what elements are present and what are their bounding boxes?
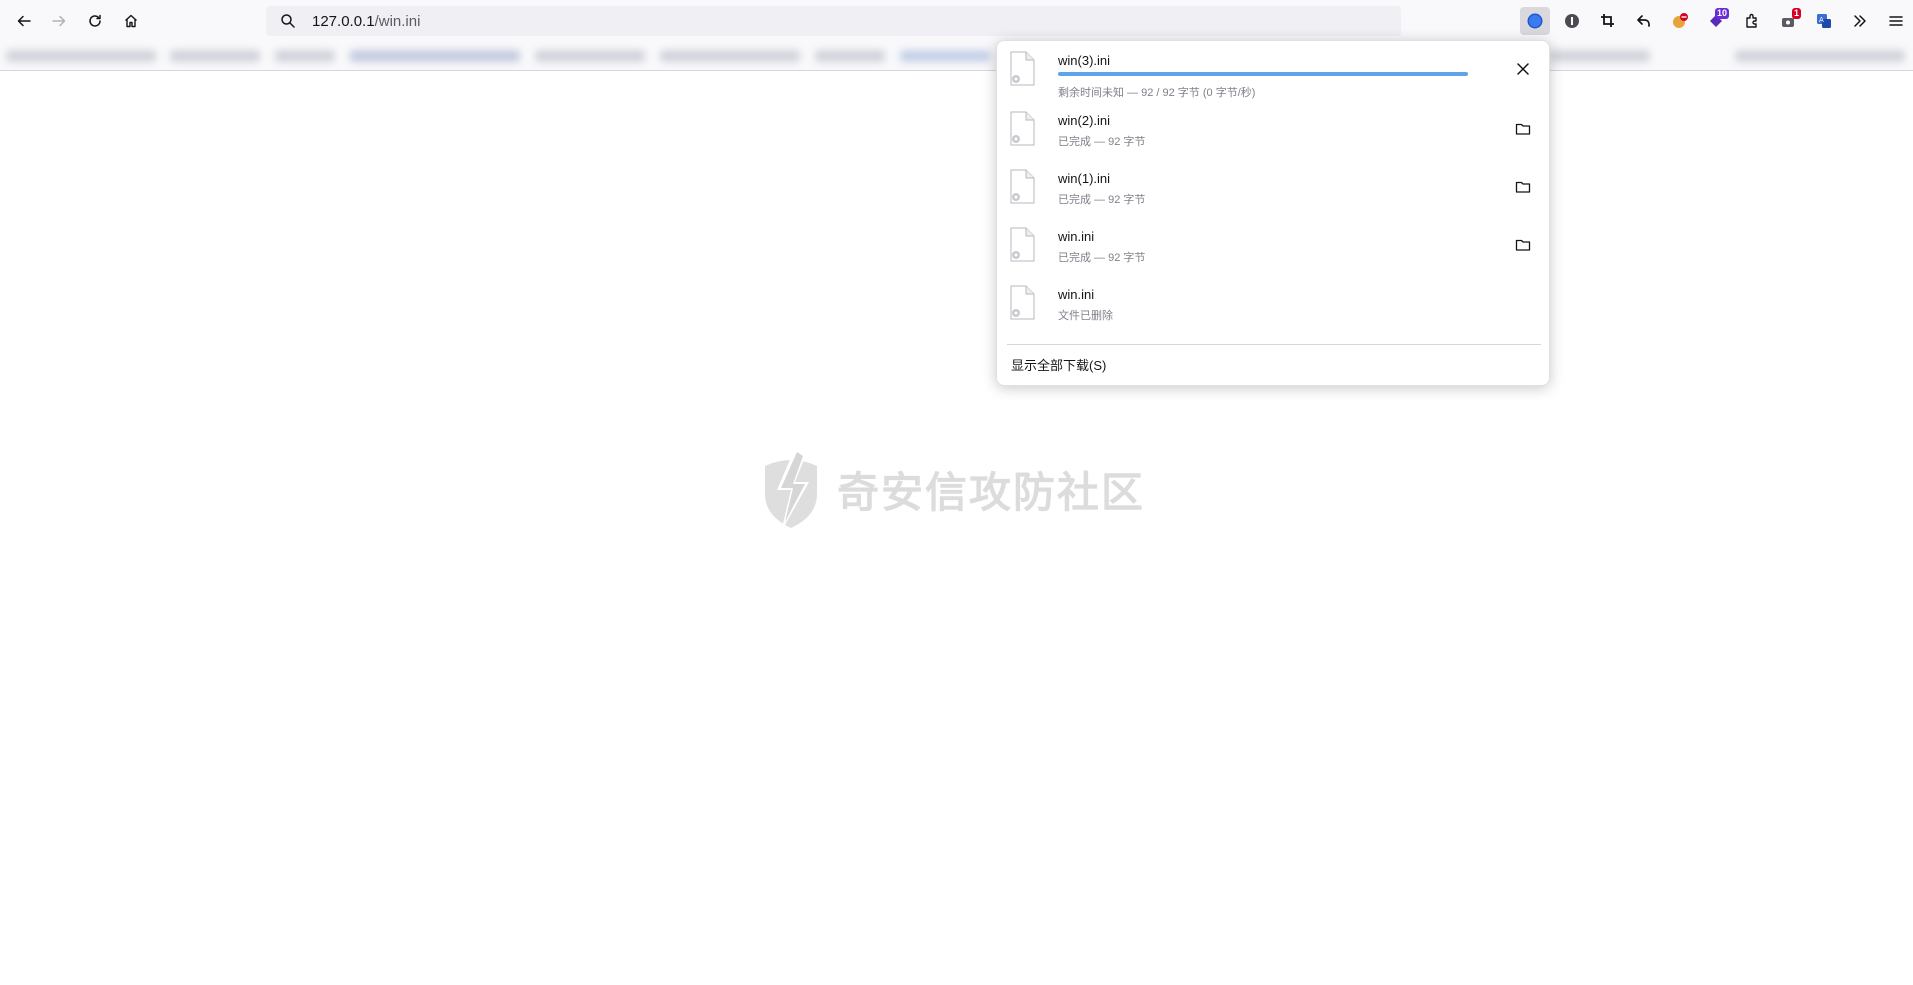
url-text[interactable]: 127.0.0.1/win.ini xyxy=(312,13,420,30)
download-item[interactable]: win(2).ini 已完成 — 92 字节 xyxy=(1007,101,1537,157)
extension-block[interactable] xyxy=(1665,7,1695,35)
blurred-bookmark[interactable] xyxy=(900,50,990,62)
show-in-folder-button[interactable] xyxy=(1509,173,1537,201)
download-filename: win(1).ini xyxy=(1058,171,1111,186)
reload-icon xyxy=(89,14,101,27)
blurred-bookmark[interactable] xyxy=(275,50,335,62)
download-status: 文件已删除 xyxy=(1058,310,1113,322)
download-status: 已完成 — 92 字节 xyxy=(1058,252,1146,264)
hamburger-menu-icon xyxy=(1889,16,1903,26)
show-in-folder-button[interactable] xyxy=(1509,231,1537,259)
back-button[interactable] xyxy=(10,7,38,35)
downloads-button[interactable] xyxy=(1520,7,1550,35)
blurred-bookmark[interactable] xyxy=(170,50,260,62)
ini-file-icon xyxy=(1010,285,1035,320)
blurred-bookmark[interactable] xyxy=(6,50,156,62)
download-item[interactable]: win.ini 已完成 — 92 字节 xyxy=(1007,217,1537,273)
download-item[interactable]: win.ini 文件已删除 xyxy=(1007,275,1537,331)
download-status: 剩余时间未知 — 92 / 92 字节 (0 字节/秒) xyxy=(1058,87,1256,99)
download-item[interactable]: win(3).ini 剩余时间未知 — 92 / 92 字节 (0 字节/秒) xyxy=(1007,41,1537,99)
translate-icon: A xyxy=(1817,14,1831,28)
notification-badge-count: 1 xyxy=(1791,8,1801,19)
forward-arrow-icon xyxy=(52,15,66,27)
double-chevron-right-icon xyxy=(1854,15,1866,27)
close-icon xyxy=(1517,63,1529,75)
download-status: 已完成 — 92 字节 xyxy=(1058,194,1146,206)
extension-badge-count: 10 xyxy=(1714,8,1729,19)
blurred-bookmark[interactable] xyxy=(350,50,520,62)
cancel-download-button[interactable] xyxy=(1509,55,1537,83)
overflow-menu-button[interactable] xyxy=(1845,7,1875,35)
crop-icon xyxy=(1601,14,1614,27)
extension-undo[interactable] xyxy=(1629,7,1659,35)
download-filename: win(3).ini xyxy=(1058,53,1111,68)
extension-crop[interactable] xyxy=(1593,7,1623,35)
folder-icon xyxy=(1515,123,1531,135)
reload-button[interactable] xyxy=(81,7,109,35)
ini-file-icon xyxy=(1010,111,1035,146)
extensions-button[interactable] xyxy=(1737,7,1767,35)
svg-text:A: A xyxy=(1819,16,1824,24)
extension-translate[interactable]: A xyxy=(1809,7,1839,35)
download-progress-bar xyxy=(1058,72,1468,76)
blurred-bookmark[interactable] xyxy=(815,50,885,62)
download-progress-fill xyxy=(1058,72,1468,76)
folder-icon xyxy=(1515,181,1531,193)
undo-arrow-icon xyxy=(1637,15,1650,27)
back-arrow-icon xyxy=(17,15,31,27)
folder-icon xyxy=(1515,239,1531,251)
url-bar[interactable]: 127.0.0.1/win.ini xyxy=(266,6,1401,36)
search-icon xyxy=(280,13,296,29)
url-path: /win.ini xyxy=(374,12,421,30)
download-filename: win.ini xyxy=(1058,287,1095,302)
panel-divider xyxy=(1007,344,1541,345)
ini-file-icon xyxy=(1010,169,1035,204)
ini-file-icon xyxy=(1010,227,1035,262)
extension-purple[interactable]: 10 xyxy=(1701,7,1731,35)
home-button[interactable] xyxy=(117,7,145,35)
forward-button[interactable] xyxy=(45,7,73,35)
blurred-bookmark[interactable] xyxy=(660,50,800,62)
extension-notify[interactable]: 1 xyxy=(1773,7,1803,35)
cookie-block-icon xyxy=(1673,13,1688,28)
watermark: 奇安信攻防社区 xyxy=(755,446,1145,532)
shield-lightning-logo-icon xyxy=(765,448,817,532)
ini-file-icon xyxy=(1010,51,1035,86)
blurred-bookmark[interactable] xyxy=(1735,50,1905,62)
bookmarks-toolbar xyxy=(0,42,1913,71)
show-in-folder-button[interactable] xyxy=(1509,115,1537,143)
extension-1password[interactable] xyxy=(1557,7,1587,35)
download-item[interactable]: win(1).ini 已完成 — 92 字节 xyxy=(1007,159,1537,215)
home-icon xyxy=(125,14,137,28)
watermark-text: 奇安信攻防社区 xyxy=(837,467,1146,517)
blurred-bookmark[interactable] xyxy=(535,50,645,62)
download-status: 已完成 — 92 字节 xyxy=(1058,136,1146,148)
app-menu-button[interactable] xyxy=(1881,7,1911,35)
download-filename: win(2).ini xyxy=(1058,113,1111,128)
password-manager-icon xyxy=(1565,14,1579,28)
navigation-toolbar: 127.0.0.1/win.ini 10 1 A xyxy=(0,0,1913,42)
puzzle-piece-icon xyxy=(1746,13,1757,28)
download-progress-icon xyxy=(1527,13,1543,29)
show-all-downloads-button[interactable]: 显示全部下载(S) xyxy=(1011,355,1106,374)
blurred-bookmark[interactable] xyxy=(1550,50,1650,62)
url-host: 127.0.0.1 xyxy=(312,12,375,30)
downloads-panel: win(3).ini 剩余时间未知 — 92 / 92 字节 (0 字节/秒) … xyxy=(996,40,1550,386)
download-filename: win.ini xyxy=(1058,229,1095,244)
